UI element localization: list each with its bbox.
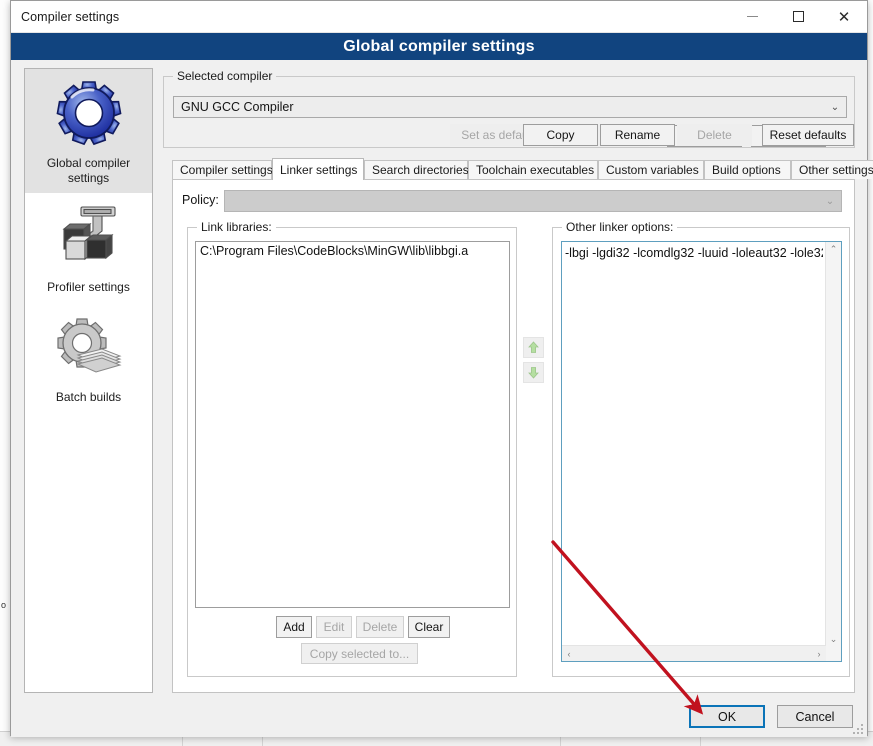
policy-dropdown[interactable]: ⌄ [224, 190, 842, 212]
tab-custom-variables[interactable]: Custom variables [598, 160, 704, 179]
settings-tabs: Compiler settings Linker settings Search… [172, 158, 873, 180]
maximize-button[interactable] [775, 1, 821, 32]
close-icon: ✕ [837, 8, 851, 26]
copy-selected-to-button[interactable]: Copy selected to... [301, 643, 418, 664]
tab-linker-settings[interactable]: Linker settings [272, 158, 364, 180]
screen: o Compiler settings ✕ Global compiler se… [0, 0, 873, 746]
minimize-icon [746, 16, 758, 17]
rename-button-alt[interactable]: Rename [600, 124, 675, 146]
reset-defaults-button[interactable]: Reset defaults [762, 124, 854, 146]
other-linker-options-caption: Other linker options: [562, 220, 678, 234]
list-item[interactable]: C:\Program Files\CodeBlocks\MinGW\lib\li… [196, 242, 509, 260]
other-linker-options-textarea[interactable]: -lbgi -lgdi32 -lcomdlg32 -luuid -loleaut… [561, 241, 842, 662]
reorder-buttons [523, 337, 544, 387]
dialog-body: Global compiler settings Profiler settin… [11, 60, 873, 737]
window-title: Compiler settings [21, 9, 120, 24]
sidebar-item-label: Profiler settings [47, 280, 130, 295]
vertical-scrollbar[interactable]: ⌃ ⌄ [825, 242, 841, 646]
other-linker-options-value-row: -lbgi -lgdi32 -lcomdlg32 -luuid -loleaut… [565, 245, 823, 261]
link-libraries-caption: Link libraries: [197, 220, 276, 234]
other-linker-options-group: Other linker options: -lbgi -lgdi32 -lco… [552, 220, 850, 677]
blue-gear-icon [56, 81, 121, 146]
scrollbar-corner [826, 646, 841, 661]
banner-title: Global compiler settings [343, 37, 535, 55]
settings-content: Selected compiler GNU GCC Compiler ⌄ Set… [163, 68, 873, 693]
compiler-dropdown[interactable]: GNU GCC Compiler ⌄ [173, 96, 847, 118]
sidebar-item-batch-builds[interactable]: Batch builds [25, 303, 152, 413]
sidebar-item-profiler-settings[interactable]: Profiler settings [25, 193, 152, 303]
gray-gear-stack-icon [56, 318, 122, 373]
move-up-button[interactable] [523, 337, 544, 358]
scroll-down-icon[interactable]: ⌄ [826, 632, 841, 646]
resize-grip-icon[interactable] [852, 723, 864, 735]
arrow-up-icon [528, 341, 539, 353]
copy-button-alt[interactable]: Copy [523, 124, 598, 146]
dialog-action-buttons: OK Cancel [689, 705, 853, 728]
arrow-down-icon [528, 367, 539, 379]
edit-library-button[interactable]: Edit [316, 616, 352, 638]
minimize-button[interactable] [729, 1, 775, 32]
tab-toolchain-executables[interactable]: Toolchain executables [468, 160, 598, 179]
background-left-glyph: o [1, 600, 7, 610]
horizontal-scrollbar[interactable]: ‹ › [562, 645, 826, 661]
compiler-dropdown-value: GNU GCC Compiler [181, 100, 294, 114]
compiler-settings-dialog: Compiler settings ✕ Global compiler sett… [10, 0, 873, 737]
scroll-up-icon[interactable]: ⌃ [826, 242, 841, 256]
dialog-banner: Global compiler settings [11, 33, 867, 60]
cancel-button[interactable]: Cancel [777, 705, 853, 728]
selected-compiler-caption: Selected compiler [173, 69, 277, 83]
sidebar-item-label: Global compiler settings [46, 156, 131, 185]
add-library-button[interactable]: Add [276, 616, 312, 638]
clear-libraries-button[interactable]: Clear [408, 616, 450, 638]
tab-compiler-settings[interactable]: Compiler settings [172, 160, 273, 179]
maximize-icon [792, 11, 804, 22]
ok-button[interactable]: OK [689, 705, 765, 728]
link-libraries-list[interactable]: C:\Program Files\CodeBlocks\MinGW\lib\li… [195, 241, 510, 608]
chevron-down-icon: ⌄ [830, 101, 840, 113]
linker-settings-panel: Policy: ⌄ Link libraries: C:\Program Fil… [172, 179, 855, 693]
delete-library-button[interactable]: Delete [356, 616, 404, 638]
policy-row: Policy: ⌄ [182, 190, 842, 212]
tab-search-directories[interactable]: Search directories [364, 160, 469, 179]
link-libraries-group: Link libraries: C:\Program Files\CodeBlo… [187, 220, 517, 677]
caliper-blocks-icon [61, 206, 116, 261]
policy-label: Policy: [182, 193, 219, 207]
scroll-right-icon[interactable]: › [812, 646, 826, 661]
tab-build-options[interactable]: Build options [704, 160, 791, 179]
sidebar-item-global-compiler-settings[interactable]: Global compiler settings [25, 69, 152, 194]
other-linker-options-value: -lbgi -lgdi32 -lcomdlg32 -luuid -loleaut… [565, 246, 823, 260]
title-bar: Compiler settings ✕ [11, 1, 867, 33]
delete-compiler-button[interactable]: Delete [677, 124, 752, 146]
tab-other-settings[interactable]: Other settings [791, 160, 873, 179]
chevron-down-icon: ⌄ [825, 195, 835, 207]
settings-category-list: Global compiler settings Profiler settin… [24, 68, 153, 693]
close-button[interactable]: ✕ [821, 1, 867, 32]
window-controls: ✕ [729, 1, 867, 32]
move-down-button[interactable] [523, 362, 544, 383]
scroll-left-icon[interactable]: ‹ [562, 646, 576, 661]
sidebar-item-label: Batch builds [55, 389, 122, 404]
